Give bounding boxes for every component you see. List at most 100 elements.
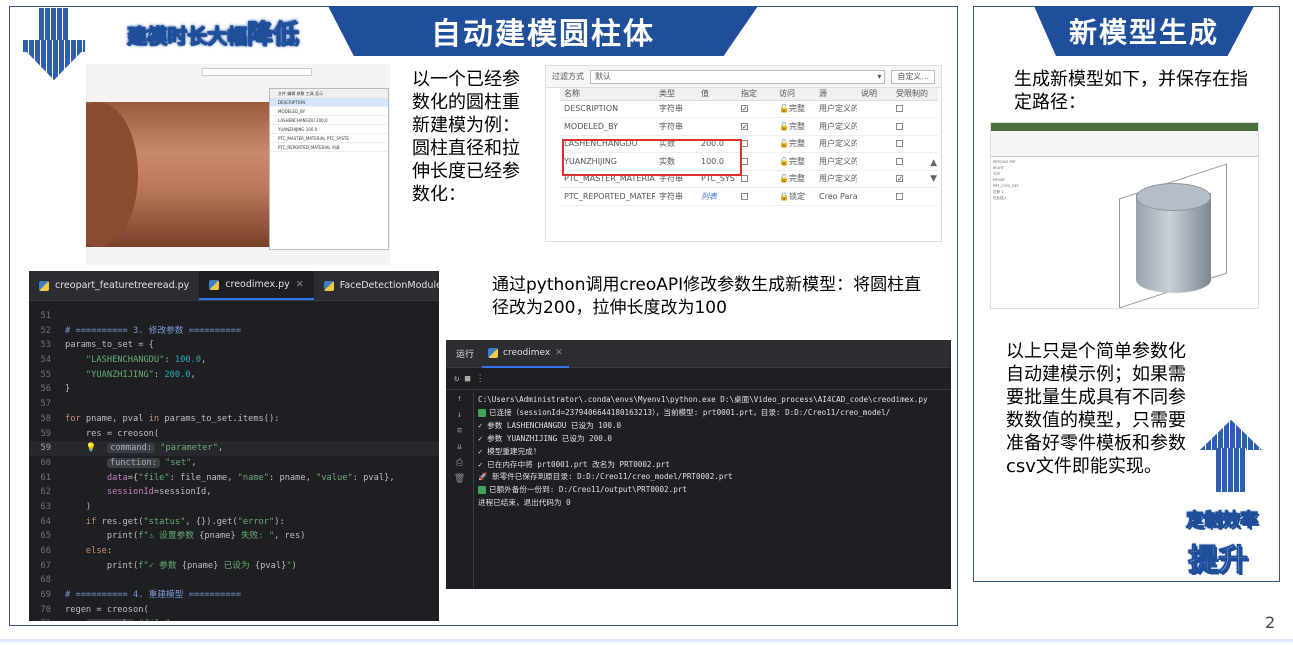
scroll-end-icon[interactable]: ⇊ [446,439,473,455]
dialog-row[interactable]: PTC_MASTER_MATERIAL PTC_SYSTE [270,134,388,143]
filter-select[interactable]: 默认 ▾ [590,69,886,84]
dialog-row[interactable]: MODELED_BY [270,107,388,116]
code-line[interactable]: 63 ) [29,500,439,515]
dialog-menu[interactable]: 文件 编辑 参数 工具 显示 [270,89,388,98]
checkbox[interactable] [896,175,903,183]
move-down-icon[interactable]: ▼ [930,174,937,184]
print-icon[interactable]: ⎙ [446,455,473,471]
wrap-icon[interactable]: ≡ [446,423,473,439]
code-text[interactable]: "LASHENCHANGDU": 100.0, [65,353,439,368]
editor-tab[interactable]: creodimex.py ✕ [199,271,314,300]
checkbox[interactable] [741,175,748,183]
code-text[interactable]: params_to_set = { [65,338,439,353]
table-row[interactable]: PTC_REPORTED_MATERIAL字符串列表 🔒锁定Creo Para [560,187,938,206]
param-value[interactable] [697,100,737,118]
param-value[interactable] [697,117,737,136]
code-line[interactable]: 57 [29,397,439,412]
code-text[interactable]: else: [65,544,439,559]
code-text[interactable]: sessionId=sessionId, [65,485,439,500]
arrow-down-icon[interactable]: ↓ [446,407,473,423]
code-text[interactable]: res = creoson( [65,427,439,442]
code-text[interactable] [65,573,439,588]
checkbox[interactable] [741,157,748,165]
code-text[interactable]: print(f"⚠ 设置参数 {pname} 失败: ", res) [65,529,439,544]
code-line[interactable]: 52 # ========== 3. 修改参数 ========== [29,324,439,339]
checkbox[interactable] [741,122,748,130]
checkbox[interactable] [741,140,748,148]
restricted-checkbox[interactable] [892,135,938,153]
checkbox[interactable] [741,105,748,113]
close-icon[interactable]: ✕ [296,279,304,290]
dialog-row[interactable]: YUANZHIJING 100.0 [270,125,388,134]
checkbox[interactable] [896,157,903,165]
view-toolbar[interactable] [202,68,312,76]
code-line[interactable]: 56} [29,382,439,397]
code-text[interactable] [65,309,439,324]
code-line[interactable]: 69 # ========== 4. 重建模型 ========== [29,588,439,603]
code-text[interactable]: # ========== 3. 修改参数 ========== [65,324,439,339]
custom-button[interactable]: 自定义... [891,69,935,84]
code-line[interactable]: 58 for pname, pval in params_to_set.items… [29,412,439,427]
checkbox[interactable] [896,122,903,130]
dialog-row[interactable]: DESCRIPTION [270,98,388,107]
code-text[interactable]: regen = creoson( [65,603,439,618]
code-text[interactable]: data={"file": file_name, "name": pname, … [65,471,439,486]
code-line[interactable]: 64 if res.get("status", {}).get("error")… [29,515,439,530]
code-text[interactable]: command: "file", [65,617,439,621]
code-text[interactable] [65,397,439,412]
checkbox[interactable] [896,105,903,113]
line-number: 70 [40,604,51,615]
code-line[interactable]: 55 "YUANZHIJING": 200.0, [29,368,439,383]
checkbox[interactable] [896,140,903,148]
arrow-up-icon[interactable]: ↑ [446,391,473,407]
designated-checkbox[interactable] [737,187,775,206]
checkbox[interactable] [741,192,748,200]
code-text[interactable]: # ========== 4. 重建模型 ========== [65,588,439,603]
code-line[interactable]: 70 regen = creoson( [29,603,439,618]
code-line[interactable]: 66 else: [29,544,439,559]
dialog-row[interactable]: LASHENCHANGDU 200.0 [270,116,388,125]
code-text[interactable]: if res.get("status", {}).get("error"): [65,515,439,530]
code-line[interactable]: 65 print(f"⚠ 设置参数 {pname} 失败: ", res) [29,529,439,544]
terminal-toolbar[interactable]: ↻ ■ ⋮ [446,368,951,390]
code-text[interactable]: for pname, pval in params_to_set.items()… [65,412,439,427]
code-line[interactable]: 54 "LASHENCHANGDU": 100.0, [29,353,439,368]
code-text[interactable]: 💡 command: "parameter", [65,441,439,456]
code-line[interactable]: 60 function: "set", [29,456,439,471]
ribbon-toolbar[interactable] [991,131,1258,157]
move-up-icon[interactable]: ▲ [930,158,937,168]
code-text[interactable]: } [65,382,439,397]
code-text[interactable]: function: "set", [65,456,439,471]
code-line[interactable]: 53 params_to_set = { [29,338,439,353]
code-line[interactable]: 51 [29,309,439,324]
code-line[interactable]: 61 data={"file": file_name, "name": pnam… [29,471,439,486]
line-number: 55 [40,369,51,380]
restricted-checkbox[interactable] [892,100,938,118]
dialog-row[interactable]: PTC_REPORTED_MATERIAL 列表 [270,143,388,152]
designated-checkbox[interactable] [737,152,775,171]
code-line[interactable]: 67 print(f"✓ 参数 {pname} 已设为 {pval}") [29,559,439,574]
trash-icon[interactable]: 🗑 [446,471,473,487]
run-tab[interactable]: creodimex ✕ [482,340,569,368]
param-value[interactable]: 列表 [697,187,737,206]
table-row[interactable]: DESCRIPTION字符串 🔓完整用户定义的 [560,100,938,118]
code-line[interactable]: 68 [29,573,439,588]
code-text[interactable]: ) [65,500,439,515]
code-line[interactable]: 62 sessionId=sessionId, [29,485,439,500]
restricted-checkbox[interactable] [892,117,938,136]
editor-tab[interactable]: FaceDetectionModule.py [314,271,439,300]
designated-checkbox[interactable] [737,117,775,136]
code-line[interactable]: 59 💡 command: "parameter", [29,441,439,456]
code-line[interactable]: 71 command: "file", [29,617,439,621]
designated-checkbox[interactable] [737,100,775,118]
editor-tab[interactable]: creopart_featuretreeread.py [29,271,199,300]
code-line[interactable]: 59 res = creoson( [29,427,439,442]
code-text[interactable]: print(f"✓ 参数 {pname} 已设为 {pval}") [65,559,439,574]
designated-checkbox[interactable] [737,135,775,153]
designated-checkbox[interactable] [737,170,775,188]
code-text[interactable]: "YUANZHIJING": 200.0, [65,368,439,383]
restricted-checkbox[interactable] [892,187,938,206]
checkbox[interactable] [896,192,903,200]
tree-item[interactable]: 在此插入 [993,195,1053,201]
table-row[interactable]: MODELED_BY字符串 🔓完整用户定义的 [560,117,938,136]
